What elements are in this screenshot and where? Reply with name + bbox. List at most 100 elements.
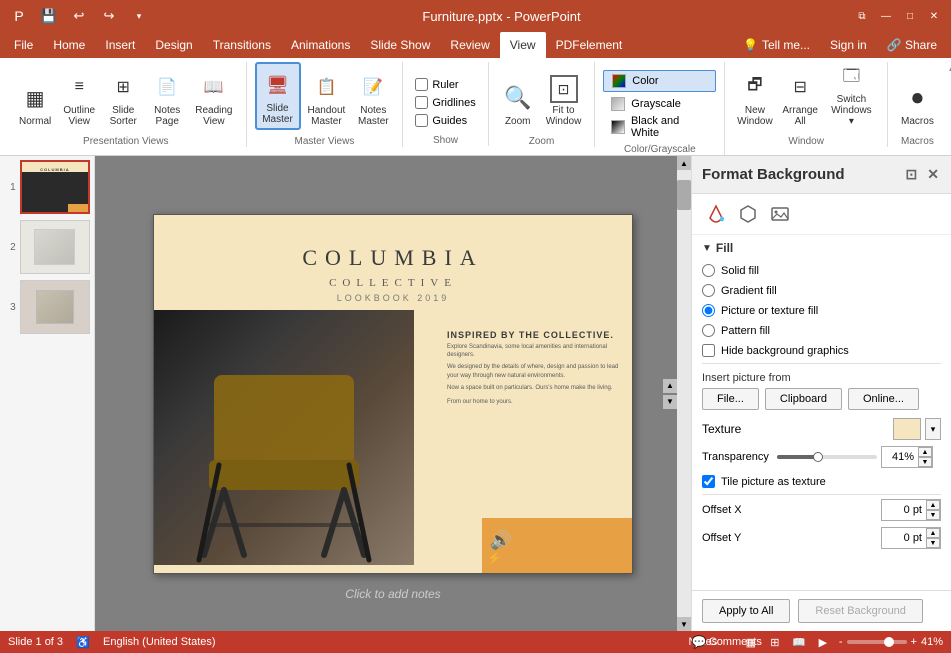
comments-status-button[interactable]: 💬 Comments — [719, 634, 735, 650]
vertical-scrollbar[interactable]: ▲ ▼ — [677, 156, 691, 631]
macros-button[interactable]: ⏺ Macros — [896, 62, 939, 130]
ribbon-collapse-button[interactable]: ▲ — [947, 62, 951, 74]
zoom-slider-track[interactable] — [847, 640, 907, 644]
menu-pdfelement[interactable]: PDFelement — [546, 32, 633, 58]
menu-design[interactable]: Design — [145, 32, 202, 58]
undo-button[interactable]: ↩ — [68, 5, 90, 27]
normal-view-button[interactable]: ▦ Normal — [14, 62, 56, 130]
menu-home[interactable]: Home — [43, 32, 95, 58]
menu-slideshow[interactable]: Slide Show — [360, 32, 440, 58]
reset-background-button[interactable]: Reset Background — [798, 599, 923, 623]
texture-preview[interactable] — [893, 418, 921, 440]
new-window-button[interactable]: 🗗 NewWindow — [733, 62, 776, 130]
scroll-handle[interactable] — [677, 180, 691, 210]
maximize-button[interactable]: □ — [901, 7, 919, 25]
zoom-minus-button[interactable]: - — [839, 636, 843, 648]
outline-icon: ≡ — [63, 71, 95, 103]
offset-x-input[interactable] — [882, 500, 926, 520]
handout-master-button[interactable]: 📋 HandoutMaster — [303, 62, 351, 130]
menu-view[interactable]: View — [500, 32, 546, 58]
redo-button[interactable]: ↪ — [98, 5, 120, 27]
menu-insert[interactable]: Insert — [95, 32, 145, 58]
scroll-down-arrow[interactable]: ▼ — [663, 395, 677, 409]
transparency-slider-track[interactable] — [777, 455, 877, 459]
normal-view-status[interactable]: ▦ — [743, 634, 759, 650]
close-button[interactable]: ✕ — [925, 7, 943, 25]
menu-animations[interactable]: Animations — [281, 32, 360, 58]
reading-view-button[interactable]: 📖 ReadingView — [190, 62, 237, 130]
transparency-up-arrow[interactable]: ▲ — [918, 447, 932, 457]
clipboard-button[interactable]: Clipboard — [765, 388, 842, 410]
menu-tell-me[interactable]: 💡 Tell me... — [733, 32, 820, 58]
slide-thumbnail-1[interactable]: COLUMBIA — [20, 160, 90, 214]
color-button[interactable]: Color — [603, 70, 716, 92]
accessibility-icon[interactable]: ♿ — [75, 634, 91, 650]
tile-checkbox[interactable]: Tile picture as texture — [702, 474, 941, 489]
offset-y-down[interactable]: ▼ — [926, 538, 940, 548]
texture-dropdown-button[interactable]: ▾ — [925, 418, 941, 440]
slide-sorter-button[interactable]: ⊞ SlideSorter — [102, 62, 144, 130]
menu-transitions[interactable]: Transitions — [203, 32, 281, 58]
slide-sorter-status[interactable]: ⊞ — [767, 634, 783, 650]
solid-fill-radio[interactable]: Solid fill — [702, 263, 941, 278]
save-button[interactable]: 💾 — [38, 5, 60, 27]
slide-thumbnail-2[interactable] — [20, 220, 90, 274]
sidebar-close-button[interactable]: ✕ — [925, 164, 941, 185]
pattern-fill-radio[interactable]: Pattern fill — [702, 323, 941, 338]
customize-qat-button[interactable]: ▾ — [128, 5, 150, 27]
switch-windows-button[interactable]: 🗔 SwitchWindows ▾ — [824, 62, 879, 130]
offset-x-down[interactable]: ▼ — [926, 510, 940, 520]
zoom-controls: - + 41% — [839, 636, 943, 648]
zoom-slider-thumb[interactable] — [884, 637, 894, 647]
minimize-button[interactable]: — — [877, 7, 895, 25]
notes-master-button[interactable]: 📝 NotesMaster — [352, 62, 394, 130]
scroll-track[interactable] — [677, 170, 691, 617]
menu-share[interactable]: 🔗 Share — [877, 32, 947, 58]
arrange-all-button[interactable]: ⊟ ArrangeAll — [779, 62, 822, 130]
online-button[interactable]: Online... — [848, 388, 919, 410]
image-tab[interactable] — [764, 200, 796, 228]
zoom-button[interactable]: 🔍 Zoom — [497, 62, 539, 130]
picture-texture-fill-radio[interactable]: Picture or texture fill — [702, 303, 941, 318]
grayscale-button[interactable]: Grayscale — [603, 93, 716, 115]
restore-down-button[interactable]: ⧉ — [853, 7, 871, 25]
switch-windows-icon: 🗔 — [835, 65, 867, 92]
menu-sign-in[interactable]: Sign in — [820, 32, 877, 58]
scroll-up-button[interactable]: ▲ — [677, 156, 691, 170]
transparency-slider-thumb[interactable] — [813, 452, 823, 462]
apply-to-all-button[interactable]: Apply to All — [702, 599, 790, 623]
outline-view-button[interactable]: ≡ OutlineView — [58, 62, 100, 130]
scroll-down-button[interactable]: ▼ — [677, 617, 691, 631]
offset-x-up[interactable]: ▲ — [926, 500, 940, 510]
scroll-up-arrow[interactable]: ▲ — [663, 379, 677, 393]
guides-checkbox[interactable]: Guides — [411, 112, 479, 129]
window-controls: ⧉ — □ ✕ — [853, 7, 943, 25]
notes-placeholder[interactable]: Click to add notes — [95, 587, 691, 601]
slide-body-2: We designed by the details of where, des… — [447, 363, 622, 380]
gridlines-checkbox[interactable]: Gridlines — [411, 94, 479, 111]
gradient-fill-radio[interactable]: Gradient fill — [702, 283, 941, 298]
reading-view-status[interactable]: 📖 — [791, 634, 807, 650]
slide-thumbnail-3[interactable] — [20, 280, 90, 334]
menu-file[interactable]: File — [4, 32, 43, 58]
effects-tab[interactable] — [732, 200, 764, 228]
ruler-checkbox[interactable]: Ruler — [411, 76, 479, 93]
ribbon-items-master: 🖥 SlideMaster 📋 HandoutMaster 📝 NotesMas… — [255, 62, 395, 134]
paint-bucket-tab[interactable] — [700, 200, 732, 228]
black-white-button[interactable]: Black and White — [603, 116, 716, 138]
transparency-input[interactable] — [882, 447, 918, 467]
file-button[interactable]: File... — [702, 388, 759, 410]
menu-review[interactable]: Review — [440, 32, 499, 58]
slideshow-status[interactable]: ▶ — [815, 634, 831, 650]
transparency-down-arrow[interactable]: ▼ — [918, 457, 932, 467]
offset-y-input[interactable] — [882, 528, 926, 548]
slide-master-button[interactable]: 🖥 SlideMaster — [255, 62, 301, 130]
fit-to-window-button[interactable]: ⊡ Fit toWindow — [541, 62, 587, 130]
zoom-percent[interactable]: 41% — [921, 636, 943, 648]
zoom-plus-button[interactable]: + — [911, 636, 917, 648]
offset-y-up[interactable]: ▲ — [926, 528, 940, 538]
sidebar-expand-button[interactable]: ⊡ — [904, 164, 920, 185]
notes-page-button[interactable]: 📄 NotesPage — [146, 62, 188, 130]
offset-y-spinner: ▲ ▼ — [881, 527, 941, 549]
hide-background-checkbox[interactable]: Hide background graphics — [702, 343, 941, 358]
